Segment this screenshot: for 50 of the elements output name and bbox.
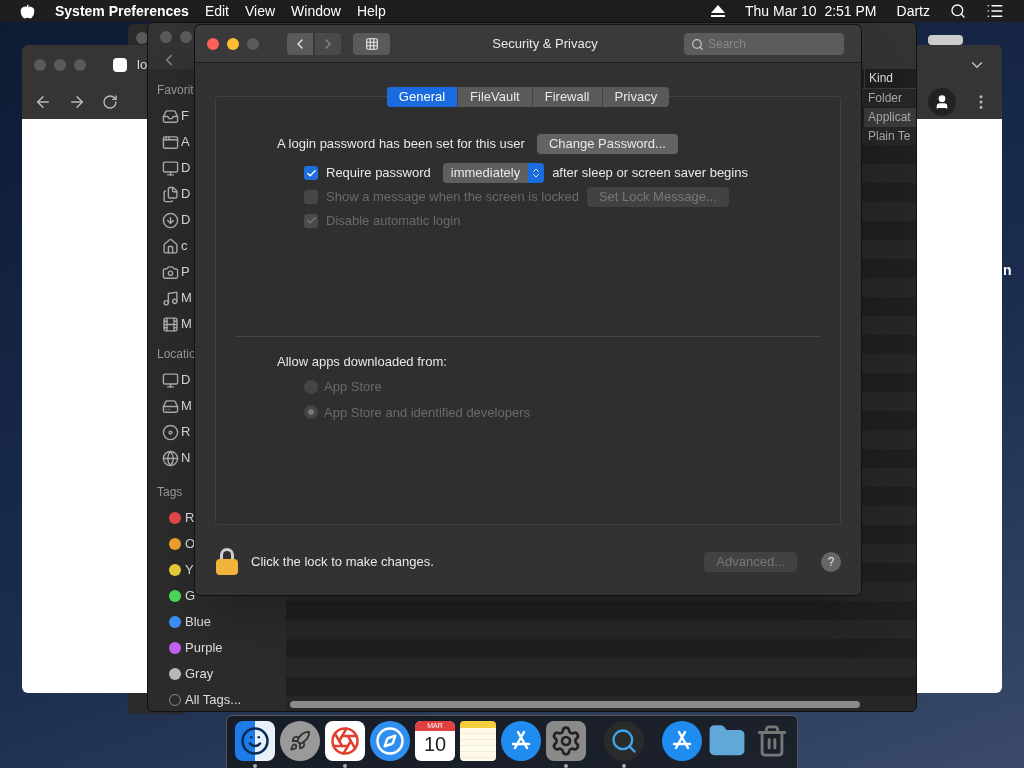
tab-title[interactable]: lo [137,55,148,75]
sidebar-item[interactable]: G [185,586,196,606]
column-header[interactable]: Kind [864,69,916,88]
allow-apps-label: Allow apps downloaded from: [277,352,448,371]
sidebar-header: Favorit [157,82,195,99]
window-title: Security & Privacy [491,34,599,53]
help-button[interactable]: ? [821,552,841,572]
sidebar-item[interactable]: M [181,314,192,334]
sidebar-item[interactable]: Blue [185,612,212,632]
sidebar-item[interactable]: N [181,448,191,468]
sidebar-item[interactable]: R [181,422,191,442]
menu-item[interactable]: Edit [204,0,229,22]
checkbox-label[interactable]: Require password [326,163,431,183]
sidebar-item[interactable]: Y [185,560,194,580]
login-password-text: A login password has been set for this user [277,135,525,154]
lock-text: Click the lock to make changes. [251,553,434,572]
sidebar-item[interactable]: M [181,396,192,416]
menu-app-name[interactable]: System Preferences [55,0,189,22]
desktop-text: n [1003,261,1012,280]
change-password-button[interactable]: Change Password... [536,134,678,154]
sidebar-item[interactable]: M [181,288,192,308]
sidebar-item[interactable]: All Tags... [185,690,242,710]
tab[interactable]: Privacy [601,87,670,107]
after-sleep-text: after sleep or screen saver begins [552,164,748,183]
menu-clock[interactable]: Thu Mar 10 2:51 PM [745,0,877,22]
menu-item[interactable]: View [245,0,276,22]
sidebar-item[interactable]: A [181,132,190,152]
menu-item[interactable]: Window [291,0,341,22]
tab[interactable]: Firewall [531,87,602,107]
tab[interactable]: General [386,87,458,107]
menu-item[interactable]: Help [356,0,386,22]
menu-user[interactable]: Dartz [896,0,930,22]
table-cell[interactable]: Folder [864,89,916,108]
delay-select[interactable]: immediately [442,163,545,183]
sidebar-item[interactable]: c [181,236,188,256]
table-cell[interactable]: Plain Te [864,127,916,146]
sidebar-item[interactable]: D [181,184,191,204]
sidebar-item[interactable]: D [181,210,191,230]
sidebar-item[interactable]: Purple [185,638,223,658]
sidebar-item[interactable]: P [181,262,190,282]
sidebar-header: Tags [157,484,184,501]
sidebar-item[interactable]: D [181,158,191,178]
sidebar-item[interactable]: O [185,534,196,554]
tab[interactable]: FileVault [457,87,532,107]
sidebar-item[interactable]: F [181,106,189,126]
sidebar-item[interactable]: Gray [185,664,214,684]
calendar-day: 10 [423,731,447,757]
sidebar-item[interactable]: R [185,508,195,528]
table-cell[interactable]: Applicat [864,108,916,127]
sidebar-item[interactable]: D [181,370,191,390]
